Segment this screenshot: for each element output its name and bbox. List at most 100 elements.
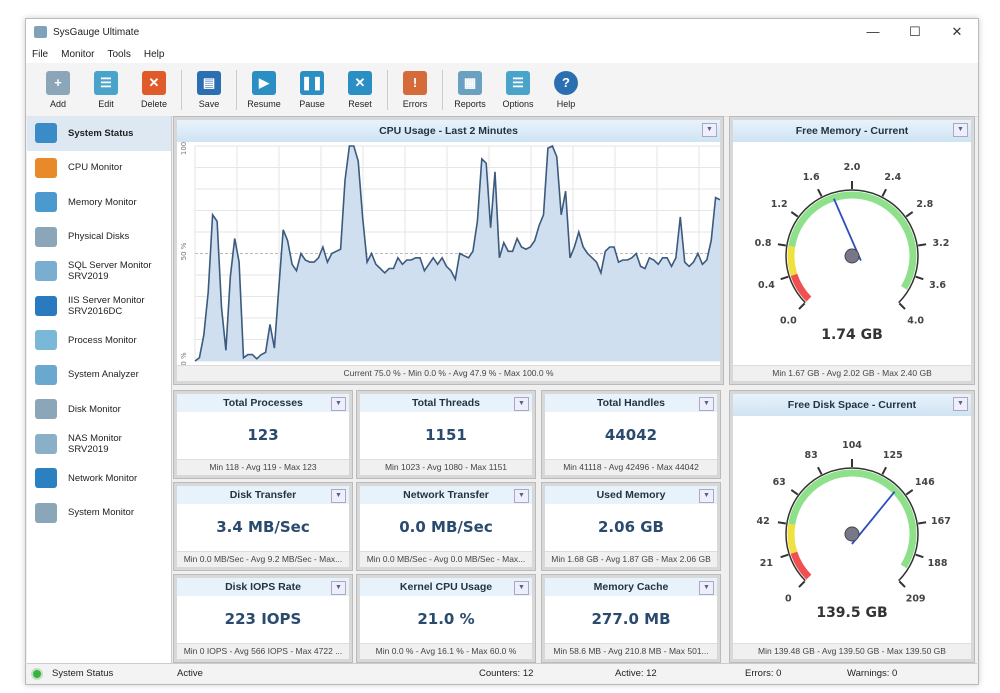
panel-title: Kernel CPU Usage (399, 581, 493, 593)
gauge-tick (798, 580, 806, 588)
sidebar: System Status CPU Monitor Memory Monitor Ph… (27, 116, 172, 663)
dropdown-icon[interactable]: ▼ (953, 397, 968, 411)
toolbar: + Add ☰ Edit ✕ Delete ▤ Save ▶ Resume ❚❚ Pause ✕ Rese… (26, 63, 978, 117)
help-button[interactable]: ? Help (542, 70, 590, 109)
status-bar: System Status Active Counters: 12 Active… (27, 663, 977, 683)
menu-help[interactable]: Help (144, 49, 165, 60)
toolbar-label: Pause (299, 98, 325, 109)
sidebar-item-memory-monitor[interactable]: Memory Monitor (27, 185, 171, 220)
sidebar-item-text: Disk Monitor (68, 404, 121, 415)
sidebar-item-label: System Monitor (68, 507, 134, 519)
sql-server-monitor-icon (35, 261, 57, 282)
panel-footer: Min 118 - Avg 119 - Max 123 (177, 459, 349, 475)
options-button[interactable]: ☰ Options (494, 70, 542, 109)
tile-disk-iops-rate: Disk IOPS Rate ▼ 223 IOPS Min 0 IOPS - Avg … (173, 574, 353, 663)
help-icon: ? (554, 70, 578, 95)
tile-total-handles: Total Handles ▼ 44042 Min 41118 - Avg 42496… (541, 390, 721, 479)
gauge-outline (785, 467, 919, 582)
gauge-tick (777, 521, 786, 525)
menu-bar: File Monitor Tools Help (26, 45, 978, 63)
gauge-tick (798, 302, 806, 310)
toolbar-label: Add (49, 98, 66, 109)
toolbar-label: Edit (98, 98, 114, 109)
sidebar-item-text: Memory Monitor (68, 197, 137, 208)
minimize-button[interactable]: — (852, 24, 894, 40)
dropdown-icon[interactable]: ▼ (514, 489, 529, 503)
window-title: SysGauge Ultimate (53, 26, 140, 38)
gauge-tick-label: 0 (785, 594, 792, 605)
panel-title: Total Processes (223, 397, 303, 409)
toolbar-label: Reports (454, 98, 486, 109)
sidebar-item-label: Physical Disks (68, 231, 130, 243)
panel-header: Disk Transfer ▼ (177, 486, 349, 504)
save-button[interactable]: ▤ Save (185, 70, 233, 109)
reports-button[interactable]: ▦ Reports (446, 70, 494, 109)
sidebar-item-iis-server-monitor[interactable]: IIS Server Monitor SRV2016DC (27, 289, 171, 324)
sidebar-item-network-monitor[interactable]: Network Monitor (27, 461, 171, 496)
errors-icon: ! (403, 70, 427, 95)
sidebar-item-disk-monitor[interactable]: Disk Monitor (27, 392, 171, 427)
panel-footer: Min 58.6 MB - Avg 210.8 MB - Max 501... (545, 643, 717, 659)
dropdown-icon[interactable]: ▼ (331, 397, 346, 411)
gauge-zone (788, 469, 917, 569)
dropdown-icon[interactable]: ▼ (699, 489, 714, 503)
sidebar-item-label: SQL Server Monitor (68, 260, 152, 272)
gauge-tick-label: 0.0 (780, 316, 797, 327)
sidebar-item-text: System Analyzer (68, 369, 139, 380)
gauge-tick (905, 489, 914, 496)
app-window: SysGauge Ultimate — ☐ ✕ File Monitor Tools… (25, 18, 979, 685)
sidebar-item-system-analyzer[interactable]: System Analyzer (27, 358, 171, 393)
cpu-usage-chart: 0 % 50 % 100 % (180, 142, 720, 365)
network-monitor-icon (35, 468, 57, 489)
title-bar: SysGauge Ultimate — ☐ ✕ (26, 19, 978, 45)
maximize-button[interactable]: ☐ (894, 24, 936, 40)
sidebar-item-sql-server-monitor[interactable]: SQL Server Monitor SRV2019 (27, 254, 171, 289)
panel-footer: Min 1.68 GB - Avg 1.87 GB - Max 2.06 GB (545, 551, 717, 567)
gauge-panel-free-memory: Free Memory - Current ▼ 0.0 0.4 0.8 1.2 1.6 2.0… (729, 116, 975, 385)
sidebar-item-cpu-monitor[interactable]: CPU Monitor (27, 151, 171, 186)
menu-tools[interactable]: Tools (107, 49, 130, 60)
gauge-tick (915, 553, 924, 559)
tile-value: 44042 (604, 426, 658, 444)
menu-monitor[interactable]: Monitor (61, 49, 94, 60)
sidebar-item-text: NAS Monitor SRV2019 (68, 433, 122, 455)
tile-total-threads: Total Threads ▼ 1151 Min 1023 - Avg 1080 - … (356, 390, 536, 479)
delete-button[interactable]: ✕ Delete (130, 70, 178, 109)
pause-button[interactable]: ❚❚ Pause (288, 70, 336, 109)
toolbar-label: Help (556, 98, 576, 109)
nas-monitor-icon (35, 433, 57, 454)
sidebar-item-label: System Analyzer (68, 369, 139, 381)
tile-disk-transfer: Disk Transfer ▼ 3.4 MB/Sec Min 0.0 MB/Sec -… (173, 482, 353, 571)
sidebar-item-label: IIS Server Monitor (68, 294, 145, 306)
sidebar-item-nas-monitor[interactable]: NAS Monitor SRV2019 (27, 427, 171, 462)
gauge-tick (790, 211, 799, 218)
dropdown-icon[interactable]: ▼ (702, 123, 717, 137)
dropdown-icon[interactable]: ▼ (514, 581, 529, 595)
dropdown-icon[interactable]: ▼ (953, 123, 968, 137)
system-analyzer-icon (35, 364, 57, 385)
panel-header: Kernel CPU Usage ▼ (360, 578, 532, 596)
panel-header: Total Threads ▼ (360, 394, 532, 412)
sidebar-item-physical-disks[interactable]: Physical Disks (27, 220, 171, 255)
menu-file[interactable]: File (32, 49, 48, 60)
errors-button[interactable]: ! Errors (391, 70, 439, 109)
sidebar-item-process-monitor[interactable]: Process Monitor (27, 323, 171, 358)
dropdown-icon[interactable]: ▼ (699, 397, 714, 411)
sidebar-item-system-status[interactable]: System Status (27, 116, 171, 151)
close-button[interactable]: ✕ (936, 24, 978, 40)
gauge-tick (817, 466, 823, 475)
dropdown-icon[interactable]: ▼ (699, 581, 714, 595)
gauge: 0 21 42 63 83 104 125 146 167 188 209 139.5 GB (756, 440, 950, 621)
sidebar-item-system-monitor[interactable]: System Monitor (27, 496, 171, 531)
gauge-tick-label: 2.0 (844, 162, 861, 173)
edit-button[interactable]: ☰ Edit (82, 70, 130, 109)
add-button[interactable]: + Add (34, 70, 82, 109)
toolbar-label: Delete (140, 98, 167, 109)
gauge-outline (785, 189, 919, 304)
dropdown-icon[interactable]: ▼ (514, 397, 529, 411)
reset-button[interactable]: ✕ Reset (336, 70, 384, 109)
dropdown-icon[interactable]: ▼ (331, 489, 346, 503)
gauge-tick (817, 188, 823, 197)
resume-button[interactable]: ▶ Resume (240, 70, 288, 109)
dropdown-icon[interactable]: ▼ (331, 581, 346, 595)
